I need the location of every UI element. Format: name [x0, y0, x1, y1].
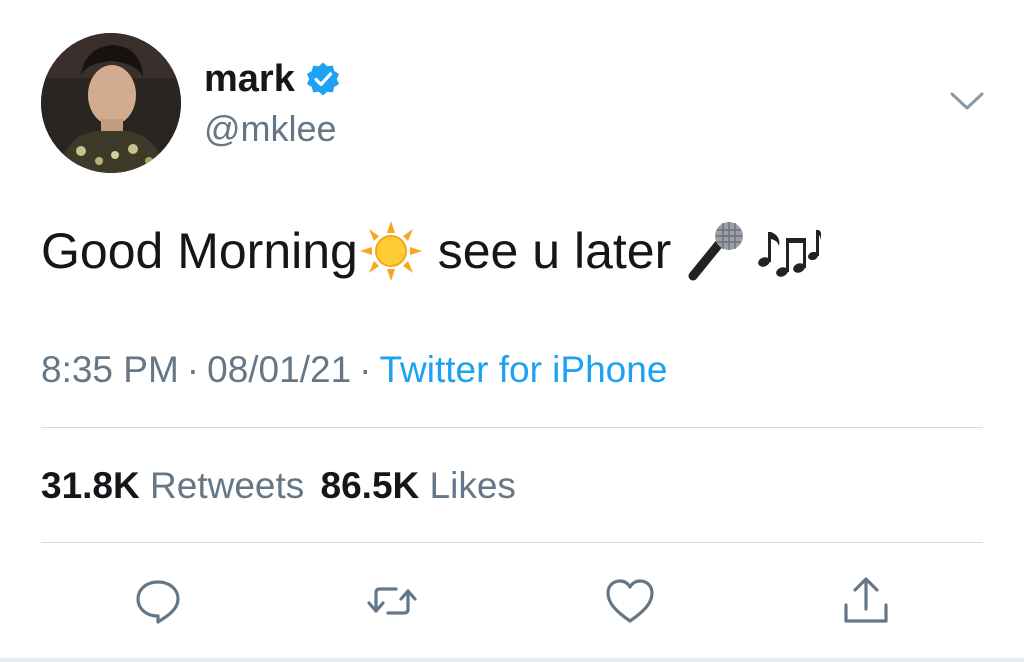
bottom-border	[0, 658, 1024, 662]
share-icon[interactable]	[840, 575, 892, 627]
tweet-text: Good Morning see u later	[41, 218, 822, 284]
microphone-emoji-icon	[688, 222, 744, 281]
tweet-time[interactable]: 8:35 PM	[41, 349, 179, 390]
retweets-label[interactable]: Retweets	[150, 465, 304, 506]
meta-separator: ·	[359, 349, 372, 390]
chevron-down-icon[interactable]	[948, 88, 986, 114]
divider	[41, 427, 983, 428]
retweets-count[interactable]: 31.8K	[41, 465, 140, 506]
author-display-name[interactable]: mark	[204, 57, 295, 101]
tweet-text-part1: Good Morning	[41, 223, 358, 279]
meta-separator: ·	[186, 349, 200, 390]
tweet-date[interactable]: 08/01/21	[207, 349, 351, 390]
musical-notes-emoji-icon	[758, 230, 822, 277]
tweet-source-link[interactable]: Twitter for iPhone	[379, 349, 667, 390]
likes-count[interactable]: 86.5K	[321, 465, 420, 506]
tweet-meta: 8:35 PM · 08/01/21 · Twitter for iPhone	[41, 346, 667, 394]
avatar[interactable]	[41, 33, 181, 173]
author-handle[interactable]: @mklee	[204, 107, 337, 151]
sun-emoji-icon	[359, 221, 422, 281]
like-icon[interactable]	[604, 575, 656, 627]
author-name-row[interactable]: mark	[204, 57, 341, 101]
tweet-text-part2: see u later	[423, 223, 686, 279]
tweet-stats: 31.8K Retweets 86.5K Likes	[41, 462, 516, 510]
divider	[41, 542, 983, 543]
likes-label[interactable]: Likes	[430, 465, 516, 506]
retweet-icon[interactable]	[366, 575, 418, 627]
reply-icon[interactable]	[132, 575, 184, 627]
verified-badge-icon	[305, 61, 341, 97]
